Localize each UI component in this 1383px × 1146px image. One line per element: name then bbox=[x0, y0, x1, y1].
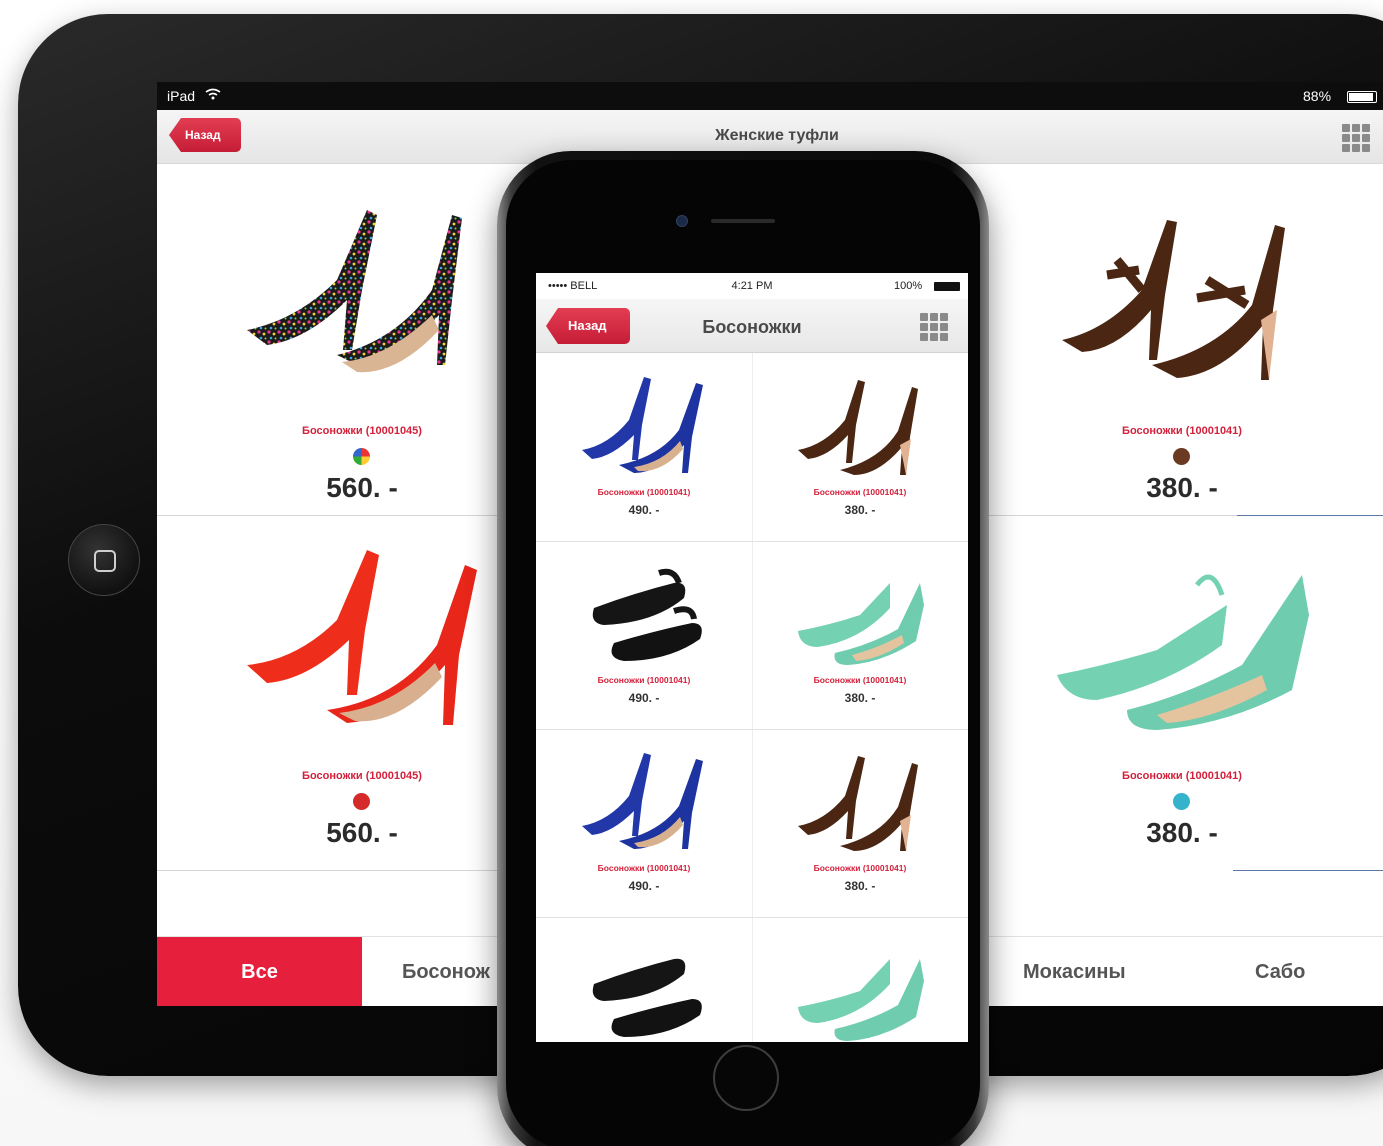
sandal-image bbox=[798, 959, 924, 1041]
product-price: 560. - bbox=[326, 472, 398, 503]
page-title: Женские туфли bbox=[715, 127, 839, 144]
iphone-frame: ••••• BELL 4:21 PM 100% Назад Босоножки bbox=[497, 151, 989, 1146]
product-card[interactable]: Босоножки (10001045) 560. - bbox=[197, 170, 527, 510]
product-price: 380. - bbox=[844, 879, 876, 893]
sandal-image bbox=[247, 550, 477, 725]
product-name: Босоножки (10001045) bbox=[302, 770, 422, 782]
product-cell[interactable]: Босоножки (10001041) 380. - bbox=[752, 353, 968, 541]
ipad-home-button[interactable] bbox=[68, 524, 140, 596]
product-name: Босоножки (10001041) bbox=[597, 487, 691, 497]
color-swatch bbox=[353, 448, 370, 465]
battery-icon bbox=[1347, 91, 1377, 103]
scene: iPad 88% Назад Женские туфли Босоножки (… bbox=[0, 0, 1383, 1146]
product-name: Босоножки (10001041) bbox=[813, 675, 907, 685]
battery-icon bbox=[934, 282, 960, 291]
sandal-image bbox=[1057, 574, 1309, 730]
product-cell[interactable]: Босоножки (10001041) 380. - bbox=[752, 541, 968, 729]
product-price: 380. - bbox=[1146, 817, 1218, 848]
product-cell[interactable]: Босоножки (10001041) 380. - bbox=[752, 729, 968, 917]
product-name: Босоножки (10001041) bbox=[813, 487, 907, 497]
product-name: Босоножки (10001045) bbox=[302, 425, 422, 437]
sandal-image bbox=[798, 583, 924, 665]
tab-clogs[interactable]: Сабо bbox=[1255, 937, 1335, 1006]
color-swatch bbox=[1173, 793, 1190, 810]
product-cell[interactable]: Босоножки (10001041) 490. - bbox=[536, 353, 752, 541]
iphone-screen: ••••• BELL 4:21 PM 100% Назад Босоножки bbox=[536, 273, 968, 1042]
sandal-image bbox=[592, 568, 702, 661]
product-card[interactable]: Босоножки (10001045) 560. - bbox=[197, 515, 527, 855]
product-card[interactable]: Босоножки (10001041) 380. - bbox=[1017, 170, 1347, 510]
grid-view-icon[interactable] bbox=[1342, 124, 1370, 152]
product-price: 380. - bbox=[844, 503, 876, 517]
product-card[interactable]: Босоножки (10001041) 380. - bbox=[1017, 515, 1347, 855]
device-name: iPad bbox=[167, 88, 196, 104]
product-name: Босоножки (10001041) bbox=[1122, 425, 1242, 437]
iphone-status-bar: ••••• BELL 4:21 PM 100% bbox=[536, 273, 968, 299]
iphone-home-button[interactable] bbox=[713, 1045, 779, 1111]
product-price: 380. - bbox=[1146, 472, 1218, 503]
battery-percent: 88% bbox=[1303, 88, 1332, 104]
product-name: Босоножки (10001041) bbox=[597, 863, 691, 873]
iphone-bezel: ••••• BELL 4:21 PM 100% Назад Босоножки bbox=[506, 160, 980, 1146]
home-square-icon bbox=[94, 550, 116, 572]
battery-percent: 100% bbox=[894, 280, 923, 292]
product-cell[interactable]: Босоножки (10001041) 490. - bbox=[536, 541, 752, 729]
sandal-image bbox=[582, 377, 703, 473]
sandal-image bbox=[1062, 220, 1285, 380]
product-price: 490. - bbox=[628, 879, 660, 893]
product-cell[interactable] bbox=[536, 917, 752, 1042]
product-name: Босоножки (10001041) bbox=[813, 863, 907, 873]
row-divider-accent bbox=[1233, 870, 1383, 871]
color-swatch bbox=[1173, 448, 1190, 465]
product-cell[interactable] bbox=[752, 917, 968, 1042]
product-price: 490. - bbox=[628, 503, 660, 517]
product-name: Босоножки (10001041) bbox=[597, 675, 691, 685]
sandal-image bbox=[798, 756, 918, 851]
sandal-image bbox=[582, 753, 703, 849]
ipad-status-bar: iPad 88% bbox=[157, 82, 1383, 110]
sandal-image bbox=[247, 210, 462, 373]
page-title: Босоножки bbox=[702, 317, 802, 337]
sandal-image bbox=[798, 380, 918, 475]
product-price: 490. - bbox=[628, 691, 660, 705]
camera-icon bbox=[676, 215, 688, 227]
tab-moccasins[interactable]: Мокасины bbox=[1023, 937, 1153, 1006]
sandal-image bbox=[592, 958, 702, 1037]
color-swatch bbox=[353, 793, 370, 810]
wifi-icon bbox=[205, 88, 221, 103]
product-cell[interactable]: Босоножки (10001041) 490. - bbox=[536, 729, 752, 917]
grid-view-icon[interactable] bbox=[920, 313, 948, 341]
tab-all[interactable]: Все bbox=[157, 937, 362, 1006]
product-price: 560. - bbox=[326, 817, 398, 848]
iphone-nav-bar: Назад Босоножки bbox=[536, 299, 968, 353]
product-price: 380. - bbox=[844, 691, 876, 705]
speaker-grille bbox=[711, 219, 775, 223]
row-divider-accent bbox=[1237, 515, 1383, 516]
product-name: Босоножки (10001041) bbox=[1122, 770, 1242, 782]
